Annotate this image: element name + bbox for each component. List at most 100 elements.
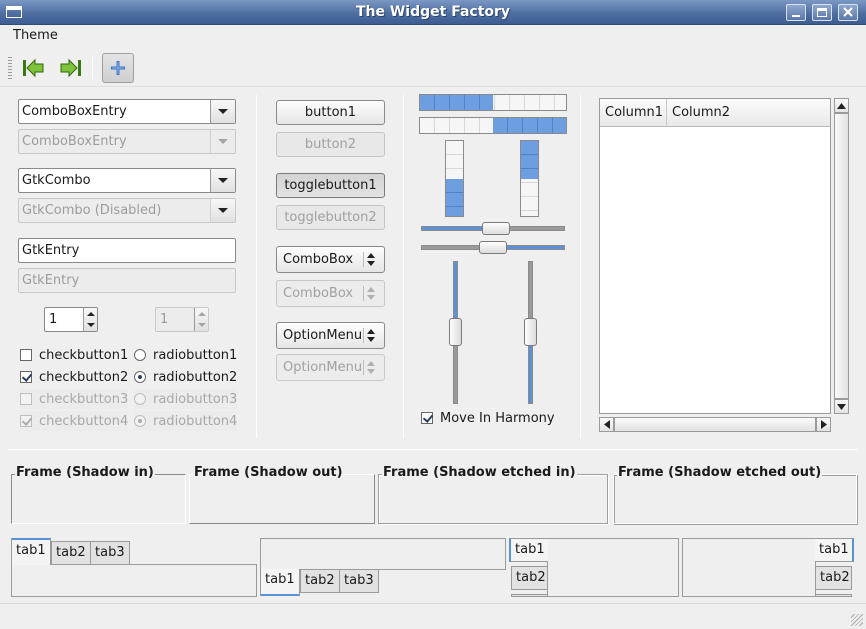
frame-shadow-etched-out-label: Frame (Shadow etched out) bbox=[617, 465, 823, 481]
notebook-right-tab2[interactable]: tab2 bbox=[815, 566, 852, 590]
notebook-right-tab3[interactable] bbox=[815, 594, 852, 597]
option-menu-disabled-text: OptionMenu bbox=[283, 360, 363, 375]
notebook-bottom-tab2[interactable]: tab2 bbox=[300, 569, 340, 593]
close-button[interactable] bbox=[838, 4, 858, 21]
tree-view[interactable]: Column1 Column2 bbox=[599, 98, 831, 414]
scroll-up-button[interactable] bbox=[834, 98, 849, 113]
title-bar[interactable]: The Widget Factory bbox=[0, 0, 866, 25]
add-button[interactable] bbox=[102, 53, 134, 83]
combo-box-entry-dropdown[interactable] bbox=[210, 100, 235, 123]
radio-unselected[interactable] bbox=[134, 349, 146, 361]
hscale-2-thumb[interactable] bbox=[479, 241, 507, 254]
vscale-1-thumb[interactable] bbox=[449, 318, 462, 346]
gtk-combo-dropdown[interactable] bbox=[210, 169, 235, 192]
checkbutton4-label: checkbutton4 bbox=[39, 413, 129, 429]
radiobutton4: radiobutton4 bbox=[134, 411, 238, 431]
horizontal-scroll-thumb[interactable] bbox=[614, 417, 816, 432]
frame-shadow-etched-in: Frame (Shadow etched in) bbox=[378, 465, 608, 524]
checkbutton2[interactable]: checkbutton2 bbox=[20, 367, 128, 387]
up-down-arrows-icon bbox=[367, 329, 375, 342]
notebook-bottom-tab1[interactable]: tab1 bbox=[260, 569, 300, 596]
combo-box-entry-disabled-text: ComboBoxEntry bbox=[22, 134, 127, 149]
option-menu-text: OptionMenu bbox=[283, 328, 363, 343]
radiobutton4-label: radiobutton4 bbox=[153, 413, 238, 429]
combo-box-entry-text[interactable]: ComboBoxEntry bbox=[22, 104, 127, 119]
option-menu-divider bbox=[363, 328, 364, 343]
button1[interactable]: button1 bbox=[276, 100, 385, 125]
vertical-scrollbar[interactable] bbox=[834, 98, 849, 414]
checkbutton4: checkbutton4 bbox=[20, 411, 129, 431]
spin-button-value[interactable]: 1 bbox=[49, 312, 57, 327]
scroll-left-button[interactable] bbox=[599, 417, 614, 432]
radiobutton2[interactable]: radiobutton2 bbox=[134, 367, 237, 387]
toolbar-grip[interactable] bbox=[8, 57, 12, 79]
toolbar-separator bbox=[92, 57, 93, 79]
gtk-entry[interactable]: GtkEntry bbox=[18, 238, 236, 263]
move-in-harmony-label: Move In Harmony bbox=[440, 410, 555, 426]
progress-bar-fill bbox=[521, 141, 538, 179]
combo-box-entry-disabled: ComboBoxEntry bbox=[18, 129, 236, 154]
resize-grip-icon[interactable] bbox=[851, 614, 863, 626]
minimize-button[interactable] bbox=[786, 4, 806, 21]
radiobutton2-label: radiobutton2 bbox=[153, 369, 238, 385]
hscale-1-thumb[interactable] bbox=[482, 222, 510, 235]
close-icon bbox=[843, 7, 853, 17]
horizontal-scrollbar[interactable] bbox=[599, 417, 831, 432]
arrow-right-icon bbox=[820, 420, 827, 429]
notebook-top-tab2[interactable]: tab2 bbox=[51, 541, 91, 565]
gtk-entry-disabled: GtkEntry bbox=[18, 268, 236, 293]
notebook-bottom-page bbox=[260, 538, 506, 570]
maximize-button[interactable] bbox=[812, 4, 832, 21]
togglebutton1[interactable]: togglebutton1 bbox=[276, 173, 385, 198]
spin-button-disabled-value: 1 bbox=[160, 312, 169, 327]
checkbox-checked[interactable] bbox=[20, 371, 32, 383]
column2-header[interactable]: Column2 bbox=[667, 99, 830, 127]
radio-disabled bbox=[134, 393, 146, 405]
go-last-button[interactable] bbox=[55, 53, 87, 83]
up-down-arrows-icon bbox=[367, 287, 375, 300]
notebook-left-page bbox=[547, 538, 679, 597]
combobox-text: ComboBox bbox=[283, 252, 354, 267]
go-first-button[interactable] bbox=[17, 53, 49, 83]
combo-box-entry-disabled-dropdown bbox=[210, 130, 235, 153]
radiobutton3: radiobutton3 bbox=[134, 389, 238, 409]
notebook-left-tab1[interactable]: tab1 bbox=[509, 538, 548, 562]
notebook-top-page bbox=[11, 564, 257, 597]
checkbox-checked[interactable] bbox=[421, 412, 433, 424]
scroll-down-button[interactable] bbox=[834, 399, 849, 414]
notebook-top-tab3[interactable]: tab3 bbox=[90, 541, 130, 565]
frame-shadow-out-border bbox=[189, 474, 375, 524]
menu-theme[interactable]: Theme bbox=[13, 28, 58, 43]
button2: button2 bbox=[276, 132, 385, 157]
option-menu-disabled: OptionMenu bbox=[276, 354, 385, 381]
notebook-top-tab1[interactable]: tab1 bbox=[11, 538, 51, 565]
vertical-scroll-thumb[interactable] bbox=[834, 113, 849, 399]
notebook-bottom-tab3[interactable]: tab3 bbox=[339, 569, 379, 593]
checkbox-unchecked[interactable] bbox=[20, 349, 32, 361]
radiobutton1[interactable]: radiobutton1 bbox=[134, 345, 237, 365]
spin-button-arrows[interactable] bbox=[83, 308, 97, 331]
radiobutton3-label: radiobutton3 bbox=[153, 391, 238, 407]
radio-selected[interactable] bbox=[134, 371, 146, 383]
chevron-down-icon bbox=[218, 109, 228, 114]
chevron-down-icon bbox=[218, 178, 228, 183]
move-in-harmony-check[interactable]: Move In Harmony bbox=[421, 408, 555, 428]
checkbox-disabled-checked bbox=[20, 415, 32, 427]
frame-shadow-out: Frame (Shadow out) bbox=[189, 465, 375, 524]
notebook-left-tab2[interactable]: tab2 bbox=[511, 566, 548, 590]
gtk-combo-text[interactable]: GtkCombo bbox=[22, 173, 91, 188]
notebook-left-tab3[interactable] bbox=[511, 594, 548, 597]
column1-header[interactable]: Column1 bbox=[600, 99, 667, 127]
scroll-right-button[interactable] bbox=[816, 417, 831, 432]
spin-button[interactable]: 1 bbox=[44, 307, 98, 332]
option-menu-disabled-divider bbox=[363, 360, 364, 375]
go-last-icon bbox=[60, 58, 81, 78]
checkbutton1[interactable]: checkbutton1 bbox=[20, 345, 128, 365]
combobox[interactable]: ComboBox bbox=[276, 246, 385, 273]
checkbutton3-label: checkbutton3 bbox=[39, 391, 129, 407]
notebook-right-tab1[interactable]: tab1 bbox=[815, 538, 854, 562]
gtk-combo[interactable]: GtkCombo bbox=[18, 168, 236, 193]
combo-box-entry[interactable]: ComboBoxEntry bbox=[18, 99, 236, 124]
option-menu[interactable]: OptionMenu bbox=[276, 322, 385, 349]
vscale-2-thumb[interactable] bbox=[524, 318, 537, 346]
